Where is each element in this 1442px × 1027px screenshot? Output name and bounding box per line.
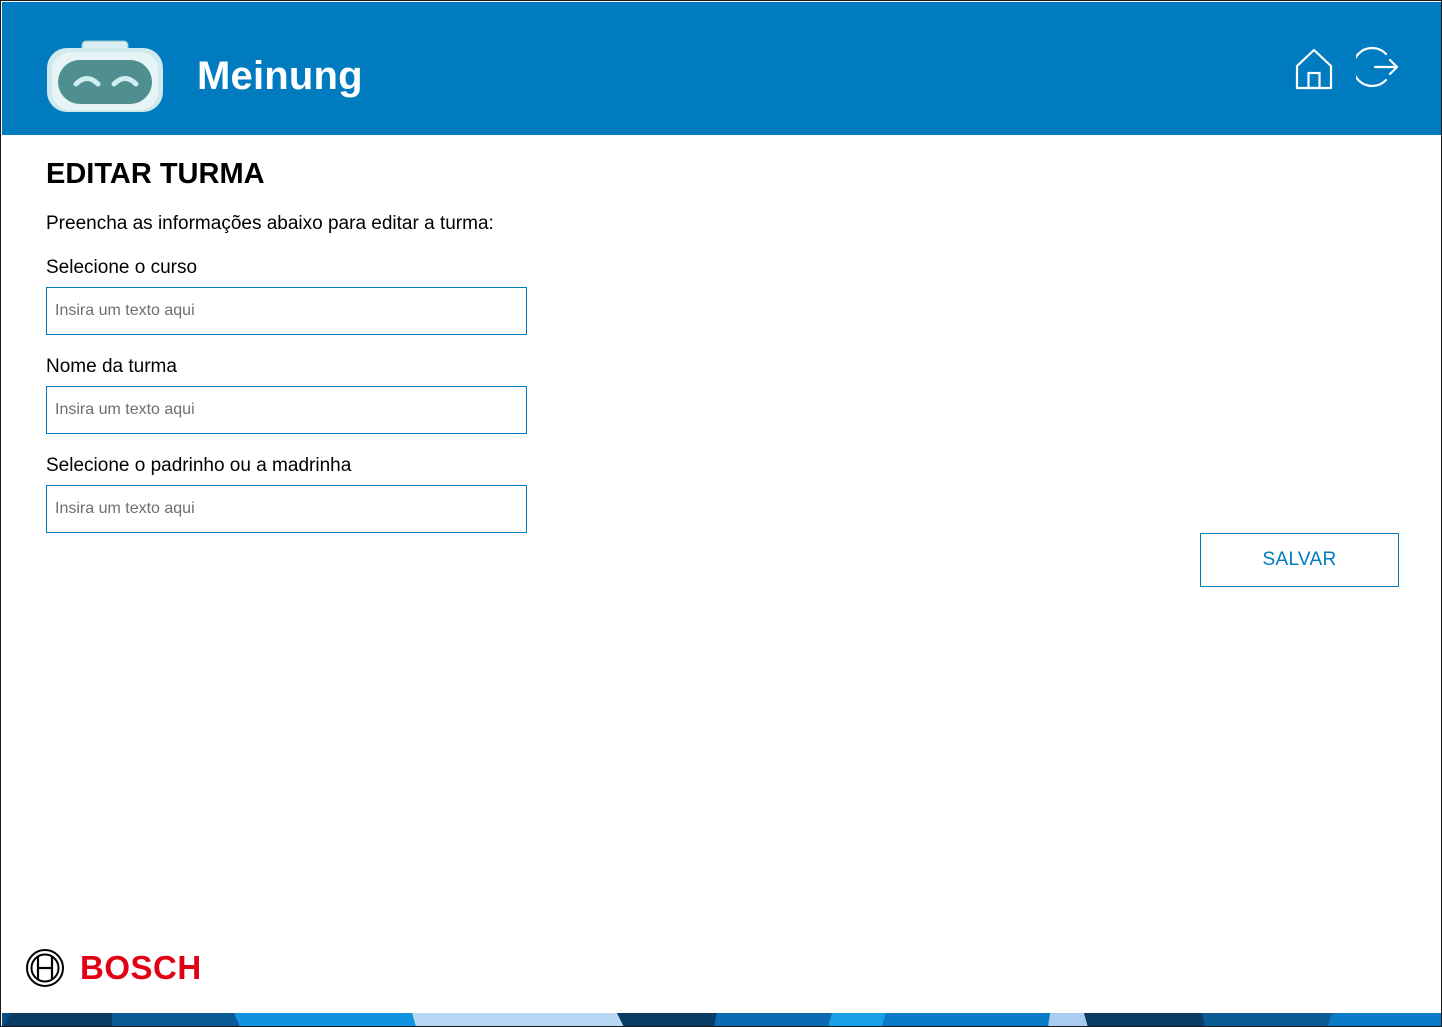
app-title: Meinung <box>197 54 363 98</box>
class-name-field-label: Nome da turma <box>46 356 177 377</box>
app-header: Meinung <box>2 2 1441 135</box>
robot-mask-icon <box>47 40 163 112</box>
sponsor-field-label: Selecione o padrinho ou a madrinha <box>46 455 352 476</box>
course-input[interactable] <box>46 287 527 335</box>
logout-icon <box>1352 46 1399 88</box>
class-name-input[interactable] <box>46 386 527 434</box>
save-button[interactable]: SALVAR <box>1200 533 1399 587</box>
course-field-label: Selecione o curso <box>46 257 198 278</box>
form-instructions: Preencha as informações abaixo para edit… <box>46 213 494 234</box>
bosch-logo: BOSCH <box>25 948 202 988</box>
bosch-armature-icon <box>26 949 64 987</box>
app-window: Meinung EDITAR TURMA Preencha as informa… <box>0 0 1442 1027</box>
footer-decorative-strip <box>2 1013 1441 1026</box>
logout-button[interactable] <box>1352 44 1400 90</box>
home-button[interactable] <box>1292 46 1336 92</box>
home-icon <box>1295 48 1333 90</box>
page-title: EDITAR TURMA <box>46 158 265 190</box>
sponsor-input[interactable] <box>46 485 527 533</box>
bosch-wordmark: BOSCH <box>80 949 202 986</box>
